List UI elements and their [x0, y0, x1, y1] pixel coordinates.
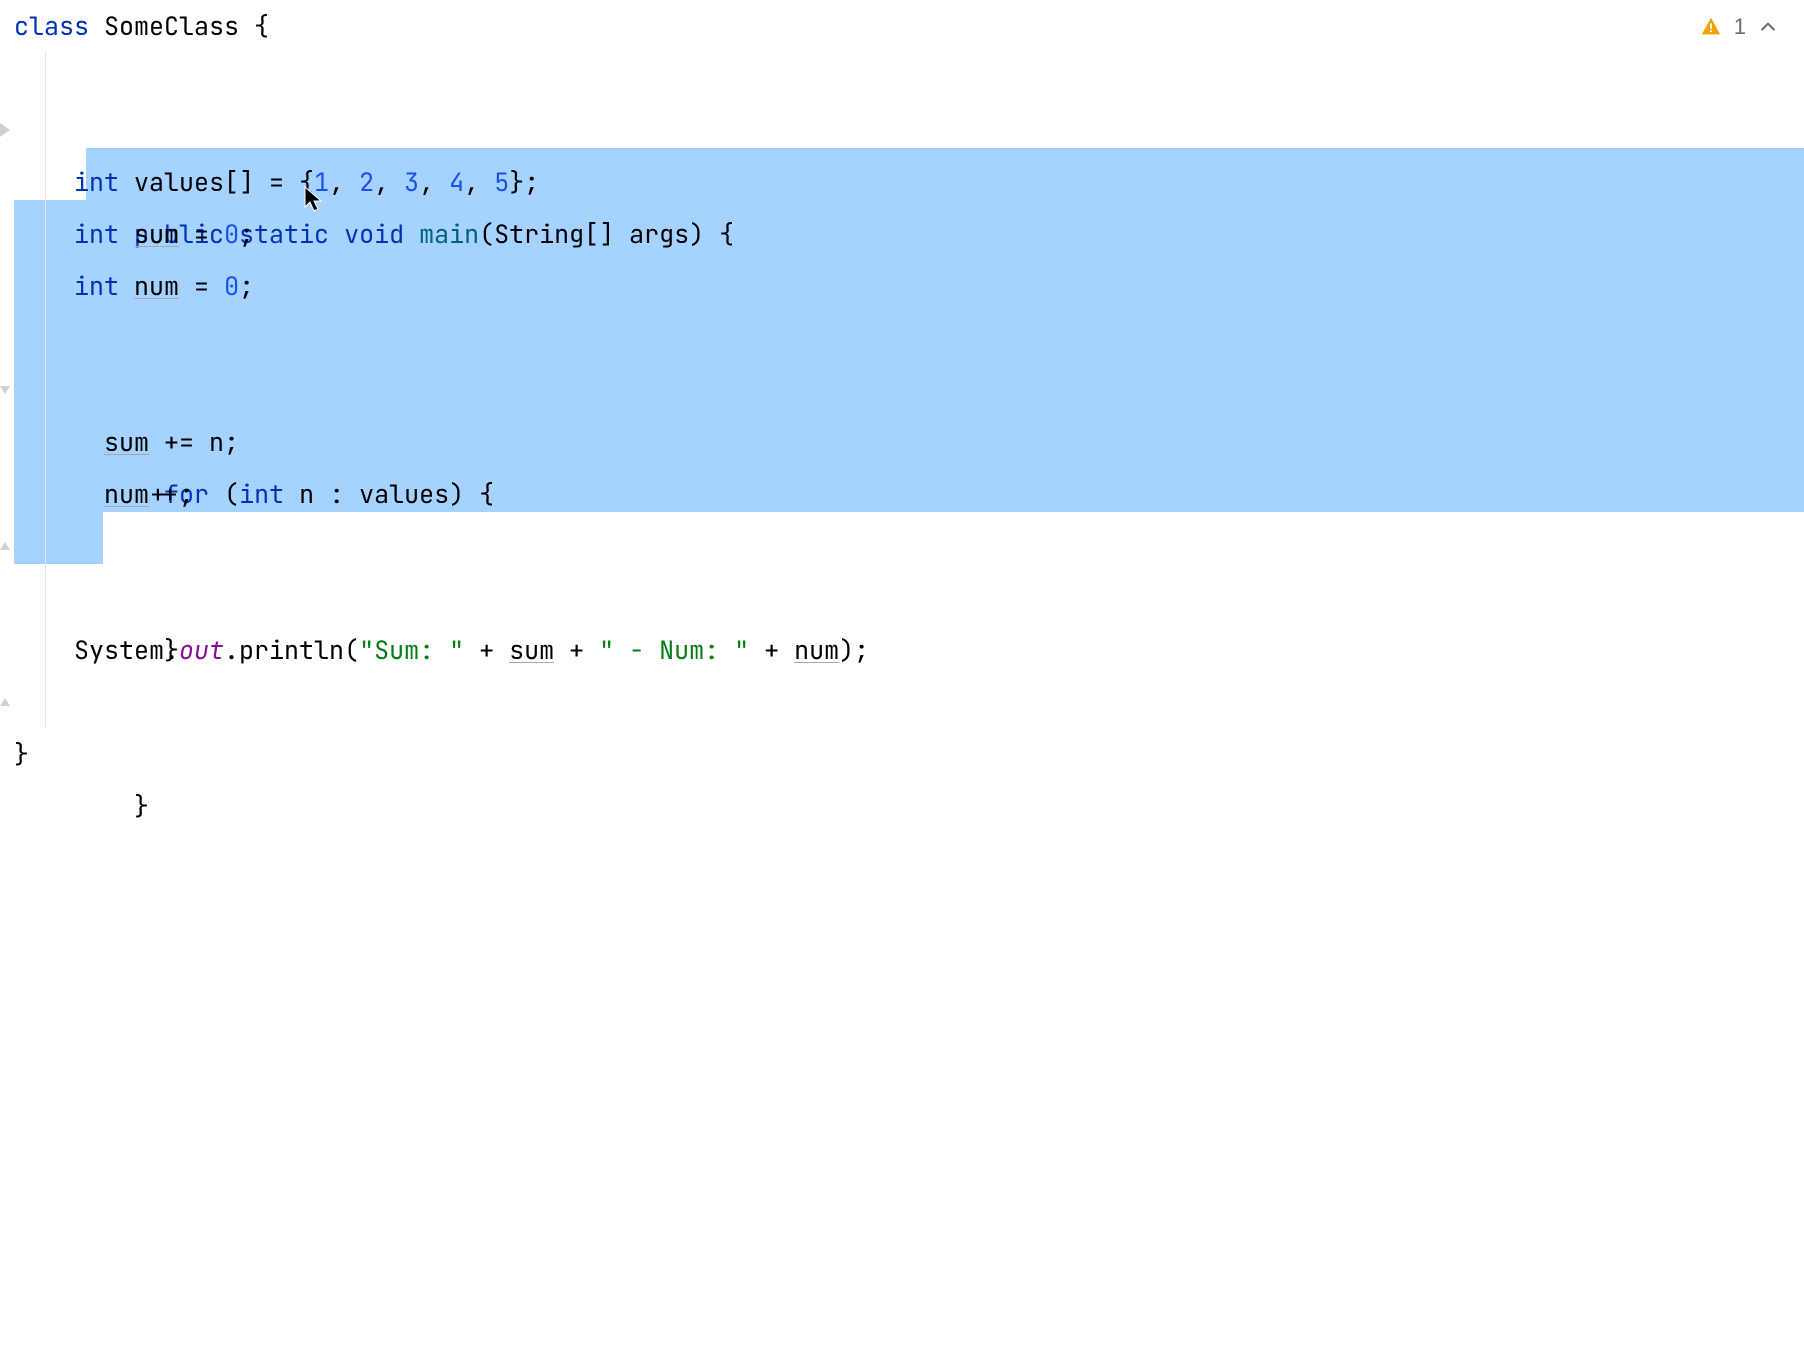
int-literal: 3 [404, 165, 419, 199]
code-line[interactable]: } [0, 728, 1804, 780]
string-literal: " - Num: " [599, 633, 749, 667]
var-num: num [134, 269, 179, 303]
code-line[interactable]: public static void main(String[] args) { [0, 104, 1804, 156]
code-line[interactable] [0, 52, 1804, 104]
gutter-run-icon[interactable] [0, 122, 10, 138]
code-line[interactable]: int sum = 0; [0, 208, 1804, 260]
brace: } [134, 789, 149, 823]
code-line[interactable]: } [0, 520, 1804, 572]
code-line[interactable] [0, 572, 1804, 624]
code-line[interactable]: sum += n; [0, 416, 1804, 468]
gutter-fold-icon[interactable] [0, 694, 10, 710]
var-sum: sum [134, 217, 179, 251]
brace: } [14, 737, 29, 771]
var-num: num [794, 633, 839, 667]
code-line[interactable]: int num = 0; [0, 260, 1804, 312]
code-line[interactable]: System.out.println("Sum: " + sum + " - N… [0, 624, 1804, 676]
keyword-class: class [14, 9, 89, 43]
string-literal: "Sum: " [359, 633, 464, 667]
code-line[interactable]: num++; [0, 468, 1804, 520]
code-line[interactable]: } [0, 676, 1804, 728]
var-sum: sum [509, 633, 554, 667]
keyword-int: int [74, 269, 134, 303]
gutter-fold-icon[interactable] [0, 538, 10, 554]
code-line[interactable]: int values[] = {1, 2, 3, 4, 5}; [0, 156, 1804, 208]
int-literal: 4 [449, 165, 464, 199]
var-num: num [104, 477, 149, 511]
field-out: out [179, 633, 224, 667]
int-literal: 0 [224, 217, 239, 251]
keyword-int: int [74, 165, 119, 199]
code-line[interactable] [0, 312, 1804, 364]
gutter-fold-icon[interactable] [0, 382, 10, 398]
code-line[interactable]: class SomeClass { [0, 0, 1804, 52]
var-sum: sum [104, 425, 149, 459]
int-literal: 5 [494, 165, 509, 199]
int-literal: 1 [314, 165, 329, 199]
int-literal: 0 [224, 269, 239, 303]
code-content[interactable]: class SomeClass { public static void mai… [0, 0, 1804, 780]
int-literal: 2 [359, 165, 374, 199]
code-line[interactable]: for (int n : values) { [0, 364, 1804, 416]
class-name: SomeClass [89, 9, 254, 43]
code-editor[interactable]: 1 class SomeClass { public static void m… [0, 0, 1804, 1346]
keyword-int: int [74, 217, 134, 251]
brace: { [254, 9, 269, 43]
